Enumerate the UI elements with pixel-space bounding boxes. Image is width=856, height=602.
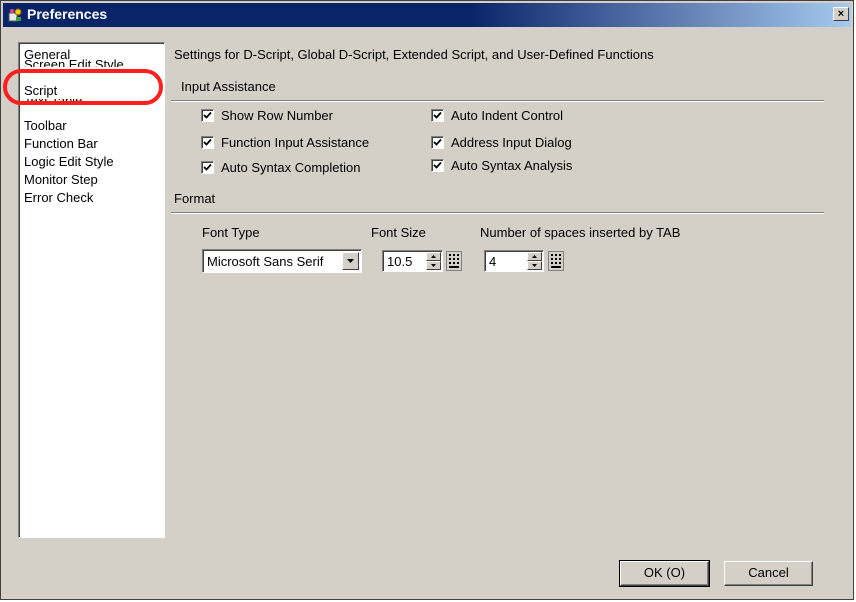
checkbox-label: Show Row Number xyxy=(221,108,333,123)
decrement-button[interactable] xyxy=(426,261,441,270)
font-size-value: 10.5 xyxy=(387,254,413,269)
format-heading: Format xyxy=(174,191,216,206)
check-icon xyxy=(203,138,212,146)
check-icon xyxy=(203,163,212,171)
list-item-function-bar[interactable]: Function Bar xyxy=(24,136,98,152)
keypad-icon[interactable] xyxy=(548,251,564,271)
list-item-toolbar[interactable]: Toolbar xyxy=(24,118,67,134)
format-divider xyxy=(171,212,824,214)
arrow-up-icon xyxy=(532,255,537,258)
check-icon xyxy=(433,161,442,169)
input-assistance-divider xyxy=(171,100,824,102)
close-button[interactable]: × xyxy=(833,7,849,21)
preferences-dialog: Preferences × General Screen Edit Style … xyxy=(0,0,854,600)
dialog-title: Preferences xyxy=(27,6,108,22)
check-icon xyxy=(433,111,442,119)
checkbox-box[interactable] xyxy=(431,159,444,172)
keypad-icon[interactable] xyxy=(446,251,462,271)
checkbox-label: Auto Syntax Analysis xyxy=(451,158,573,173)
checkbox-box[interactable] xyxy=(431,109,444,122)
increment-button[interactable] xyxy=(426,252,441,261)
tab-spaces-value: 4 xyxy=(489,254,497,269)
checkbox-label: Auto Indent Control xyxy=(451,108,564,123)
increment-button[interactable] xyxy=(527,252,542,261)
title-bar[interactable]: Preferences × xyxy=(3,3,851,27)
category-list[interactable]: General Screen Edit Style Script Text Ta… xyxy=(18,42,165,538)
chevron-down-icon xyxy=(347,259,354,263)
dropdown-button[interactable] xyxy=(342,252,359,270)
list-item-error-check[interactable]: Error Check xyxy=(24,190,93,206)
check-icon xyxy=(433,138,442,146)
list-item-logic-edit-style[interactable]: Logic Edit Style xyxy=(24,154,114,170)
arrow-up-icon xyxy=(431,255,436,258)
input-assistance-heading: Input Assistance xyxy=(181,79,276,94)
checkbox-label: Address Input Dialog xyxy=(451,135,572,150)
tab-spaces-stepper[interactable]: 4 xyxy=(484,250,544,272)
ok-button[interactable]: OK (O) xyxy=(619,560,710,587)
preferences-app-icon xyxy=(8,8,22,22)
check-icon xyxy=(203,111,212,119)
decrement-button[interactable] xyxy=(527,261,542,270)
checkbox-box[interactable] xyxy=(431,136,444,149)
page-description: Settings for D-Script, Global D-Script, … xyxy=(174,47,654,62)
selection-highlight-ring xyxy=(3,69,163,105)
font-type-value: Microsoft Sans Serif xyxy=(207,254,324,269)
tab-spaces-label: Number of spaces inserted by TAB xyxy=(480,225,681,240)
checkbox-box[interactable] xyxy=(201,136,214,149)
checkbox-label: Function Input Assistance xyxy=(221,135,370,150)
cancel-button[interactable]: Cancel xyxy=(724,561,813,586)
checkbox-box[interactable] xyxy=(201,109,214,122)
close-icon: × xyxy=(837,8,845,20)
arrow-down-icon xyxy=(532,264,537,267)
font-type-select[interactable]: Microsoft Sans Serif xyxy=(202,249,362,273)
spin-buttons[interactable] xyxy=(527,252,542,270)
checkbox-box[interactable] xyxy=(201,161,214,174)
font-type-label: Font Type xyxy=(202,225,260,240)
font-size-stepper[interactable]: 10.5 xyxy=(382,250,443,272)
checkbox-label: Auto Syntax Completion xyxy=(221,160,361,175)
arrow-down-icon xyxy=(431,264,436,267)
spin-buttons[interactable] xyxy=(426,252,441,270)
font-size-label: Font Size xyxy=(371,225,426,240)
list-item-monitor-step[interactable]: Monitor Step xyxy=(24,172,98,188)
